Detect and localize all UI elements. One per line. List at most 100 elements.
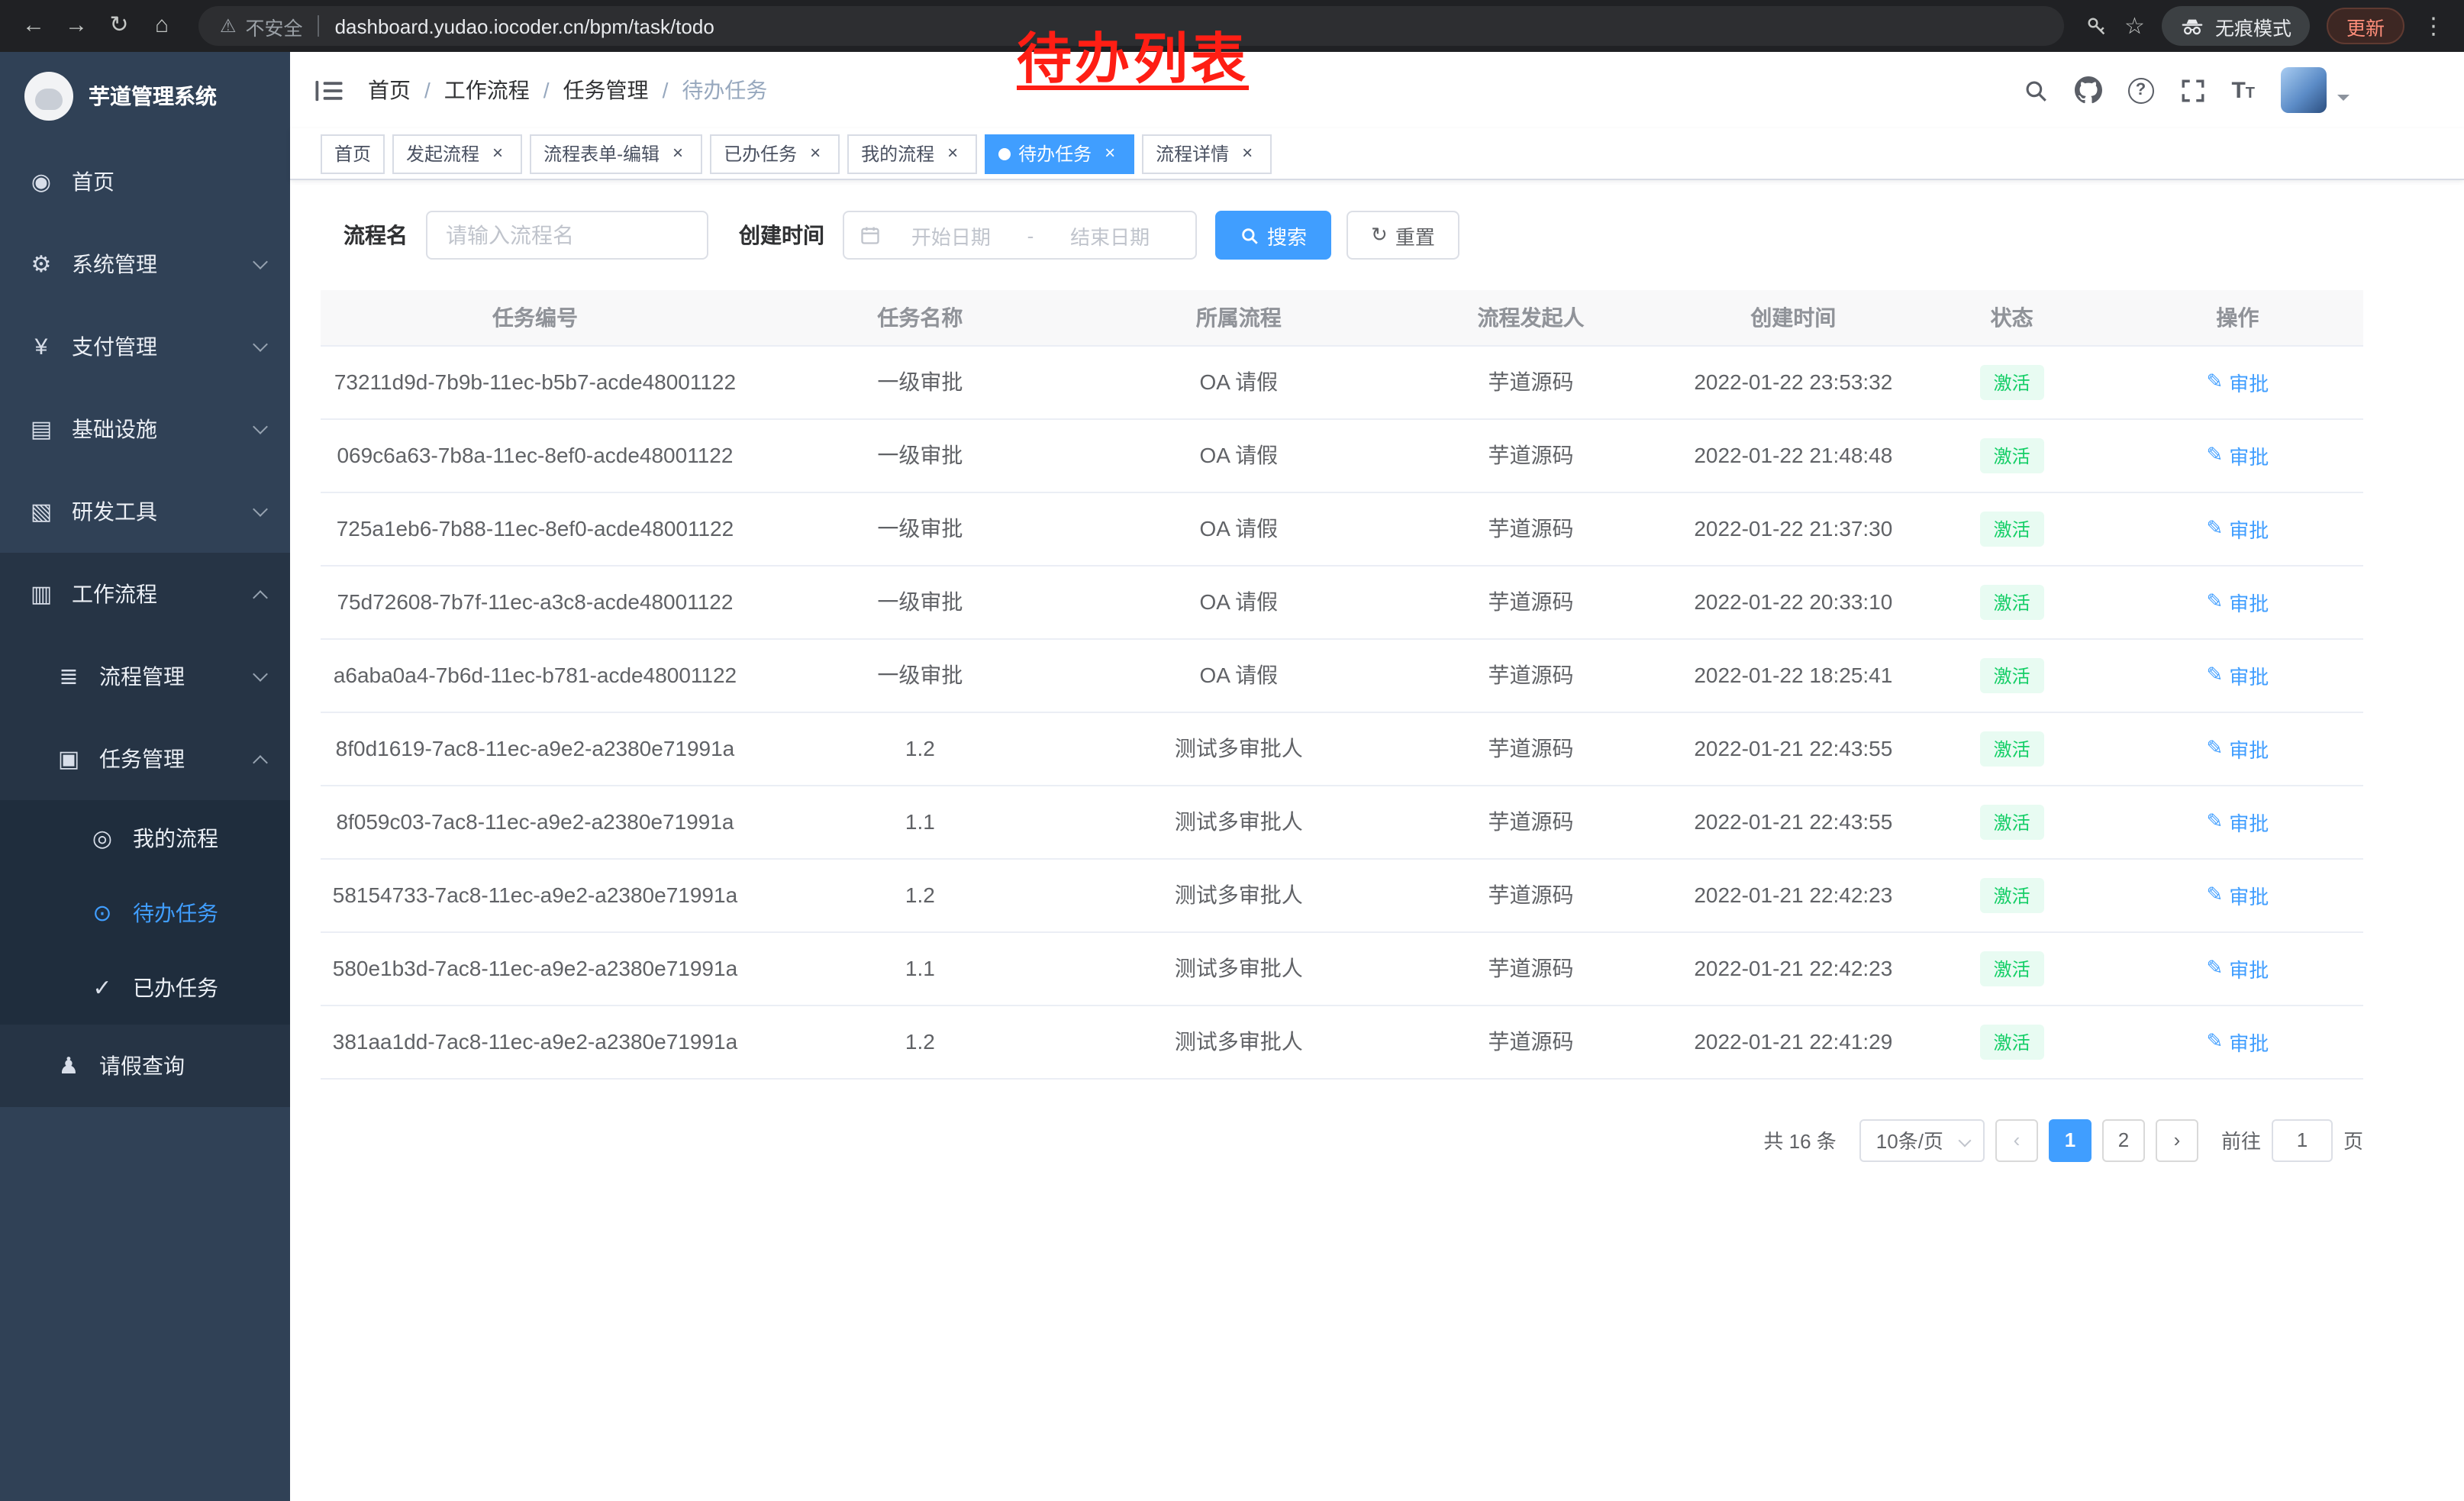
cell-process: OA 请假 — [1091, 418, 1387, 492]
tab-close-icon[interactable]: × — [942, 143, 963, 164]
approve-label: 审批 — [2229, 734, 2269, 763]
tab-close-icon[interactable]: × — [805, 143, 826, 164]
sidebar-item-leave-query[interactable]: ♟请假查询 — [0, 1025, 290, 1107]
chat-icon: ◎ — [89, 824, 116, 851]
tab-todo-tasks[interactable]: 待办任务× — [985, 134, 1134, 173]
breadcrumb-item[interactable]: 任务管理 — [563, 75, 649, 105]
approve-label: 审批 — [2229, 954, 2269, 983]
tab-done-tasks[interactable]: 已办任务× — [710, 134, 840, 173]
font-size-icon[interactable]: TT — [2231, 77, 2255, 103]
sidebar-item-payment[interactable]: ¥支付管理 — [0, 305, 290, 388]
date-range-picker[interactable]: 开始日期 - 结束日期 — [843, 211, 1197, 260]
sidebar-item-process-management[interactable]: ≣流程管理 — [0, 635, 290, 718]
cell-action: ✎审批 — [2112, 638, 2363, 712]
page-size-select[interactable]: 10条/页 — [1859, 1118, 1985, 1161]
breadcrumb-item[interactable]: 工作流程 — [444, 75, 530, 105]
avatar[interactable] — [2281, 67, 2327, 113]
tab-start-process[interactable]: 发起流程 × — [392, 134, 522, 173]
warning-icon: ⚠ — [220, 15, 237, 37]
status-badge: 激活 — [1980, 584, 2044, 619]
table-row: 381aa1dd-7ac8-11ec-a9e2-a2380e71991a1.2测… — [321, 1005, 2363, 1078]
tab-close-icon[interactable]: × — [667, 143, 689, 164]
sidebar-item-infrastructure[interactable]: ▤基础设施 — [0, 388, 290, 470]
tab-close-icon[interactable]: × — [1237, 143, 1258, 164]
tab-my-process[interactable]: 我的流程× — [847, 134, 977, 173]
forward-icon[interactable]: → — [55, 0, 98, 52]
incognito-label: 无痕模式 — [2215, 11, 2291, 40]
filter-bar: 流程名 创建时间 开始日期 - 结束日期 — [321, 211, 2363, 260]
reset-button[interactable]: ↻ 重置 — [1346, 211, 1459, 260]
sidebar-item-system[interactable]: ⚙ 系统管理 — [0, 223, 290, 305]
github-icon[interactable] — [2074, 76, 2101, 104]
tab-close-icon[interactable]: × — [487, 143, 508, 164]
main-panel: 首页/工作流程/任务管理/待办任务 ? TT — [290, 52, 2464, 1501]
cell-process: 测试多审批人 — [1091, 931, 1387, 1005]
approve-link[interactable]: ✎审批 — [2206, 441, 2269, 470]
cell-process: 测试多审批人 — [1091, 858, 1387, 931]
refresh-icon[interactable]: ↻ — [98, 0, 140, 52]
cell-initiator: 芋道源码 — [1387, 345, 1675, 418]
approve-link[interactable]: ✎审批 — [2206, 807, 2269, 836]
search-button[interactable]: 搜索 — [1215, 211, 1331, 260]
sidebar-item-devtools[interactable]: ▧研发工具 — [0, 470, 290, 553]
approve-link[interactable]: ✎审批 — [2206, 367, 2269, 396]
next-page-button[interactable]: › — [2156, 1118, 2198, 1161]
search-icon[interactable] — [2022, 77, 2048, 103]
sidebar-item-todo-tasks[interactable]: ⊙待办任务 — [0, 875, 290, 950]
cell-status: 激活 — [1912, 858, 2112, 931]
topbar: 首页/工作流程/任务管理/待办任务 ? TT — [290, 52, 2464, 128]
tab-form-edit[interactable]: 流程表单-编辑× — [530, 134, 702, 173]
goto-page-input[interactable] — [2272, 1118, 2333, 1161]
column-header: 操作 — [2112, 290, 2363, 345]
cell-task-id: 73211d9d-7b9b-11ec-b5b7-acde48001122 — [321, 345, 750, 418]
sidebar-item-label: 请假查询 — [99, 1051, 266, 1081]
cell-task-id: 725a1eb6-7b88-11ec-8ef0-acde48001122 — [321, 492, 750, 565]
approve-link[interactable]: ✎审批 — [2206, 514, 2269, 543]
tab-close-icon[interactable]: × — [1099, 143, 1121, 164]
approve-link[interactable]: ✎审批 — [2206, 954, 2269, 983]
update-button[interactable]: 更新 — [2327, 8, 2404, 44]
sidebar-item-home[interactable]: ◉首页 — [0, 140, 290, 223]
back-icon[interactable]: ← — [12, 0, 55, 52]
browser-toolbar: ← → ↻ ⌂ ⚠ 不安全 dashboard.yudao.iocoder.cn… — [0, 0, 2464, 52]
approve-link[interactable]: ✎审批 — [2206, 734, 2269, 763]
home-icon[interactable]: ⌂ — [140, 0, 183, 52]
key-icon[interactable] — [2085, 15, 2108, 37]
approve-link[interactable]: ✎审批 — [2206, 587, 2269, 616]
fullscreen-icon[interactable] — [2179, 77, 2205, 103]
tab-home[interactable]: 首页 — [321, 134, 385, 173]
status-badge: 激活 — [1980, 364, 2044, 399]
status-badge: 激活 — [1980, 1024, 2044, 1059]
sidebar-item-done-tasks[interactable]: ✓已办任务 — [0, 950, 290, 1025]
process-name-input[interactable] — [426, 211, 708, 260]
cell-task-name: 1.2 — [750, 858, 1091, 931]
page-button-1[interactable]: 1 — [2049, 1118, 2091, 1161]
gear-icon: ⚙ — [27, 250, 55, 278]
cell-task-id: 381aa1dd-7ac8-11ec-a9e2-a2380e71991a — [321, 1005, 750, 1078]
cell-initiator: 芋道源码 — [1387, 712, 1675, 785]
approve-link[interactable]: ✎审批 — [2206, 1027, 2269, 1056]
cell-created-time: 2022-01-21 22:43:55 — [1675, 712, 1911, 785]
cell-initiator: 芋道源码 — [1387, 492, 1675, 565]
collapse-sidebar-icon[interactable] — [314, 77, 343, 103]
approve-label: 审批 — [2229, 807, 2269, 836]
tab-process-detail[interactable]: 流程详情× — [1142, 134, 1272, 173]
question-icon[interactable]: ? — [2127, 77, 2153, 103]
prev-page-button[interactable]: ‹ — [1995, 1118, 2038, 1161]
address-bar[interactable]: ⚠ 不安全 dashboard.yudao.iocoder.cn/bpm/tas… — [198, 6, 2063, 46]
tab-label: 发起流程 — [406, 140, 479, 166]
approve-link[interactable]: ✎审批 — [2206, 660, 2269, 689]
edit-icon: ✎ — [2206, 370, 2223, 394]
sidebar-item-task-management[interactable]: ▣任务管理 — [0, 718, 290, 800]
page-button-2[interactable]: 2 — [2102, 1118, 2145, 1161]
sidebar-item-label: 系统管理 — [72, 249, 243, 279]
app-logo[interactable]: 芋道管理系统 — [0, 52, 290, 140]
cell-created-time: 2022-01-21 22:42:23 — [1675, 858, 1911, 931]
approve-link[interactable]: ✎审批 — [2206, 880, 2269, 909]
more-menu-icon[interactable]: ⋮ — [2421, 12, 2446, 40]
sidebar-item-workflow[interactable]: ▥工作流程 — [0, 553, 290, 635]
sidebar-item-my-process[interactable]: ◎我的流程 — [0, 800, 290, 875]
chevron-down-icon — [2337, 95, 2350, 107]
star-icon[interactable]: ☆ — [2124, 12, 2145, 40]
breadcrumb-item[interactable]: 首页 — [368, 75, 411, 105]
